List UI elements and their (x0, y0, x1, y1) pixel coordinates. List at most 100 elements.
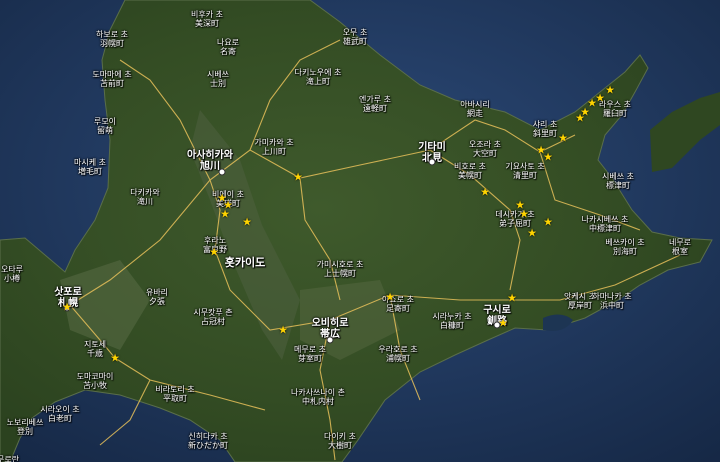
poi-star-marker-icon[interactable]: ★ (498, 318, 508, 329)
place-label-nayoro[interactable]: 나요로 名寄 (217, 38, 239, 56)
place-name-japanese: 小樽 (4, 274, 20, 283)
place-label-takinoue[interactable]: 다키노우에 초 滝上町 (295, 68, 342, 86)
place-name-local: 엔가루 초 (359, 95, 391, 104)
place-label-kamikawa[interactable]: 가미카와 초 上川町 (254, 138, 293, 156)
place-label-abashiri[interactable]: 아바시리 網走 (460, 100, 489, 118)
place-label-noboribetsu[interactable]: 노보리베쓰 登別 (7, 418, 44, 436)
map-view[interactable]: 하보로 초 羽幌町 비후카 초 美深町 나요로 名寄 도마마에 초 苫前町 시베쓰 士別 오무 초雄… (0, 0, 720, 462)
place-label-muroran[interactable]: 무로란 (0, 455, 19, 462)
poi-star-marker-icon[interactable]: ★ (605, 85, 615, 96)
poi-star-marker-icon[interactable]: ★ (575, 113, 585, 124)
place-label-bifuka[interactable]: 비후카 초 美深町 (191, 10, 223, 28)
place-name-japanese: 羽幌町 (99, 39, 124, 48)
place-name-local: 네무로 (668, 238, 692, 247)
poi-star-marker-icon[interactable]: ★ (62, 302, 72, 313)
poi-star-marker-icon[interactable]: ★ (543, 217, 553, 228)
place-label-mashike[interactable]: 마시케 초 増毛町 (74, 158, 106, 176)
place-name-local: 시베쓰 초 (602, 172, 634, 181)
place-label-otaru[interactable]: 오타루 小樽 (1, 265, 23, 283)
place-label-nemuro[interactable]: 네무로 根室 (669, 238, 691, 256)
place-name-local: 나카사쓰나이 촌 (290, 388, 346, 397)
place-label-takikawa[interactable]: 다키카와 滝川 (130, 188, 159, 206)
place-name-local: 비호로 초 (454, 162, 486, 171)
place-name-local: 다이키 초 (324, 432, 356, 441)
place-name-japanese: 清里町 (513, 171, 537, 180)
poi-star-marker-icon[interactable]: ★ (519, 209, 529, 220)
place-label-rumoi[interactable]: 루모이 留萌 (94, 117, 116, 135)
place-label-yubari[interactable]: 유바리 夕張 (146, 288, 168, 306)
place-label-chitose[interactable]: 지토세 千歳 (84, 340, 106, 358)
poi-star-marker-icon[interactable]: ★ (543, 152, 553, 163)
place-name-japanese: 斜里町 (533, 129, 557, 138)
place-label-shiraoi[interactable]: 시라오이 초 白老町 (40, 405, 79, 423)
place-label-shibetsu[interactable]: 시베쓰 士別 (207, 70, 229, 88)
place-name-local: 기요사토 초 (505, 162, 545, 171)
poi-star-marker-icon[interactable]: ★ (527, 228, 537, 239)
place-label-betsukai[interactable]: 베쓰카이 초 別海町 (605, 238, 644, 256)
poi-star-marker-icon[interactable]: ★ (385, 292, 395, 303)
place-name-japanese: 白糠町 (440, 321, 464, 330)
place-name-local: 우라호로 초 (378, 345, 418, 354)
poi-star-marker-icon[interactable]: ★ (480, 187, 490, 198)
place-name-local: 시라누카 초 (432, 312, 472, 321)
city-dot-obihiro (326, 336, 334, 344)
place-name-local: 베쓰카이 초 (605, 238, 645, 247)
place-name-local: 마시케 초 (74, 158, 106, 167)
place-name-local: 오조라 초 (469, 140, 501, 149)
place-name-japanese: 羅臼町 (602, 109, 627, 118)
poi-star-marker-icon[interactable]: ★ (110, 353, 120, 364)
place-name-japanese: 美幌町 (457, 171, 482, 180)
place-label-urahoro[interactable]: 우라호로 초 浦幌町 (378, 345, 417, 363)
place-name-japanese: 増毛町 (77, 167, 102, 176)
place-label-nakasatsunai[interactable]: 나카사쓰나이 촌 中札内村 (291, 388, 345, 406)
poi-star-marker-icon[interactable]: ★ (220, 209, 230, 220)
place-name-local: 유바리 (145, 288, 169, 297)
place-name-japanese: 苫前町 (100, 79, 124, 88)
place-label-akkeshi[interactable]: 앗케시 초 厚岸町 (564, 292, 596, 310)
place-label-memuro[interactable]: 메무로 초 芽室町 (294, 345, 326, 363)
place-label-shiranuka[interactable]: 시라누카 초 白糠町 (432, 312, 471, 330)
place-label-tomakomai[interactable]: 도마코마이 苫小牧 (77, 372, 114, 390)
place-label-bihoro[interactable]: 비호로 초 美幌町 (454, 162, 486, 180)
place-name-japanese: 名寄 (220, 47, 236, 56)
place-label-hamanaka[interactable]: 하마나카 초 浜中町 (592, 292, 631, 310)
place-label-shibetsu2[interactable]: 시베쓰 초 標津町 (602, 172, 634, 190)
place-name-japanese: 千歳 (87, 349, 103, 358)
place-label-shinhidaka[interactable]: 신히다카 초 新ひだか町 (188, 432, 228, 450)
place-name-japanese: 白老町 (48, 414, 72, 423)
place-name-japanese: 大空町 (472, 149, 497, 158)
place-name-local: 나요로 (216, 38, 240, 47)
place-name-local: 앗케시 초 (564, 292, 596, 301)
place-name-local: 다키노우에 초 (294, 68, 342, 77)
place-name-japanese: 登別 (17, 427, 33, 436)
place-name-japanese: 美深町 (194, 19, 219, 28)
place-name-japanese: 占冠村 (201, 317, 225, 326)
poi-star-marker-icon[interactable]: ★ (293, 172, 303, 183)
place-label-nakashibetsu[interactable]: 나카시베쓰 초 中標津町 (582, 215, 629, 233)
place-label-ozora[interactable]: 오조라 초 大空町 (469, 140, 501, 158)
place-name-local: 오비히로 (311, 318, 349, 329)
place-name-japanese: 平取町 (163, 394, 187, 403)
place-label-asahikawa[interactable]: 아사히카와 旭川 (187, 150, 233, 172)
place-label-shimukappu[interactable]: 시무캇푸 촌 占冠村 (193, 308, 232, 326)
poi-star-marker-icon[interactable]: ★ (278, 325, 288, 336)
place-label-kiyosato[interactable]: 기요사토 초 清里町 (505, 162, 544, 180)
place-name-local: 시무캇푸 촌 (193, 308, 233, 317)
place-label-engaru[interactable]: 엔가루 초 遠軽町 (359, 95, 391, 113)
place-name-japanese: 網走 (466, 109, 483, 118)
poi-star-marker-icon[interactable]: ★ (242, 217, 252, 228)
place-name-japanese: 苫小牧 (83, 381, 107, 390)
place-name-local: 아사히카와 (187, 150, 233, 161)
poi-star-marker-icon[interactable]: ★ (209, 247, 219, 258)
place-name-japanese: 中標津町 (588, 224, 621, 233)
place-name-local: 가미시호로 초 (316, 260, 364, 269)
place-label-tomamae[interactable]: 도마마에 초 苫前町 (92, 70, 131, 88)
place-label-shari[interactable]: 샤리 초 斜里町 (533, 120, 558, 138)
place-label-haboro[interactable]: 하보로 초 羽幌町 (96, 30, 128, 48)
place-label-oumu[interactable]: 오무 초 雄武町 (343, 28, 368, 46)
place-label-kamishihoro[interactable]: 가미시호로 초 上士幌町 (317, 260, 364, 278)
place-label-biratori[interactable]: 비라토리 초 平取町 (155, 385, 194, 403)
place-label-taiki[interactable]: 다이키 초 大樹町 (324, 432, 356, 450)
poi-star-marker-icon[interactable]: ★ (507, 293, 517, 304)
poi-star-marker-icon[interactable]: ★ (558, 133, 568, 144)
